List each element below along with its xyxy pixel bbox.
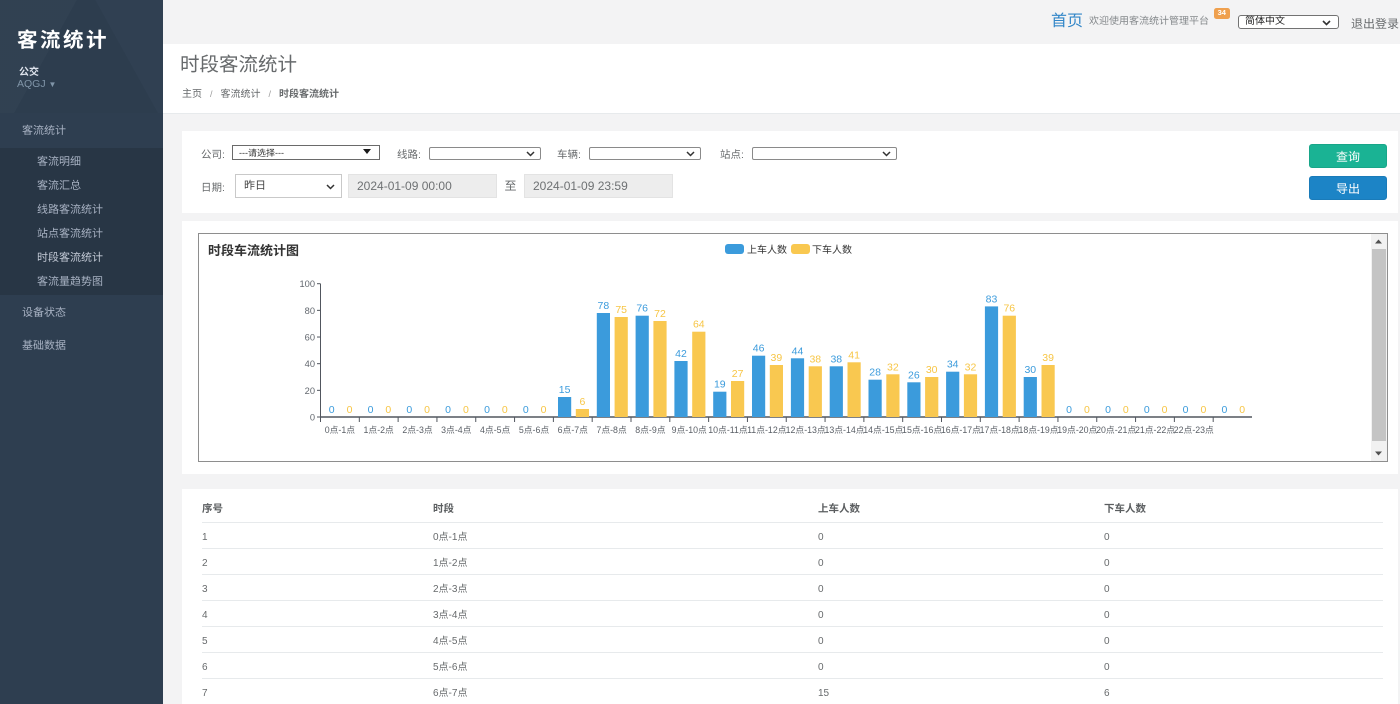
svg-text:15: 15 [558,384,570,396]
svg-text:1点-2点: 1点-2点 [363,425,394,435]
svg-text:0: 0 [445,404,451,416]
svg-text:0: 0 [367,404,373,416]
svg-text:39: 39 [1042,352,1054,364]
svg-text:10点-11点: 10点-11点 [708,425,748,435]
svg-text:6: 6 [579,396,585,408]
svg-text:20点-21点: 20点-21点 [1096,425,1136,435]
svg-text:17点-18点: 17点-18点 [979,425,1019,435]
svg-text:0: 0 [1221,404,1227,416]
svg-text:8点-9点: 8点-9点 [635,425,666,435]
svg-text:0: 0 [1182,404,1188,416]
svg-text:38: 38 [830,353,842,365]
svg-text:78: 78 [597,300,609,312]
svg-text:11点-12点: 11点-12点 [747,425,787,435]
svg-text:76: 76 [1003,303,1015,315]
svg-text:时段车流统计图: 时段车流统计图 [208,243,299,258]
svg-text:0: 0 [484,404,490,416]
svg-text:18点-19点: 18点-19点 [1018,425,1058,435]
svg-text:20: 20 [304,386,314,396]
svg-text:32: 32 [887,361,899,373]
svg-text:19点-20点: 19点-20点 [1057,425,1097,435]
svg-text:0: 0 [501,404,507,416]
svg-text:14点-15点: 14点-15点 [863,425,903,435]
svg-text:16点-17点: 16点-17点 [940,425,980,435]
svg-text:42: 42 [675,348,687,360]
svg-text:22点-23点: 22点-23点 [1173,425,1213,435]
svg-text:0: 0 [406,404,412,416]
svg-text:上车人数: 上车人数 [747,244,787,256]
svg-text:0: 0 [462,404,468,416]
svg-text:0: 0 [1200,404,1206,416]
svg-text:4点-5点: 4点-5点 [480,425,511,435]
svg-text:60: 60 [304,333,314,343]
svg-text:0: 0 [1066,404,1072,416]
svg-text:46: 46 [752,343,764,355]
svg-text:34: 34 [946,359,958,371]
svg-text:0: 0 [424,404,430,416]
svg-text:44: 44 [791,345,803,357]
svg-text:12点-13点: 12点-13点 [785,425,825,435]
svg-text:0: 0 [1083,404,1089,416]
svg-text:0: 0 [1161,404,1167,416]
svg-text:0: 0 [1105,404,1111,416]
svg-text:30: 30 [925,364,937,376]
svg-text:21点-22点: 21点-22点 [1134,425,1174,435]
svg-text:9点-10点: 9点-10点 [671,425,706,435]
svg-text:64: 64 [692,319,704,331]
svg-text:75: 75 [615,304,627,316]
svg-text:83: 83 [985,293,997,305]
svg-text:2点-3点: 2点-3点 [402,425,433,435]
svg-text:0点-1点: 0点-1点 [324,425,355,435]
svg-text:0: 0 [1239,404,1245,416]
svg-text:41: 41 [848,349,860,361]
svg-text:19: 19 [713,379,725,391]
svg-text:100: 100 [299,279,315,289]
svg-text:0: 0 [522,404,528,416]
svg-text:15点-16点: 15点-16点 [902,425,942,435]
svg-text:28: 28 [869,367,881,379]
svg-text:7点-8点: 7点-8点 [596,425,627,435]
svg-text:32: 32 [964,361,976,373]
svg-text:40: 40 [304,359,314,369]
svg-text:80: 80 [304,306,314,316]
svg-text:0: 0 [309,413,314,423]
svg-text:26: 26 [908,369,920,381]
svg-text:下车人数: 下车人数 [812,244,852,256]
svg-text:38: 38 [809,353,821,365]
svg-text:0: 0 [1122,404,1128,416]
svg-text:5点-6点: 5点-6点 [518,425,549,435]
svg-text:30: 30 [1024,364,1036,376]
svg-text:0: 0 [385,404,391,416]
svg-text:27: 27 [731,368,743,380]
svg-text:3点-4点: 3点-4点 [441,425,472,435]
svg-text:72: 72 [654,308,666,320]
svg-text:0: 0 [328,404,334,416]
svg-text:0: 0 [1143,404,1149,416]
svg-text:76: 76 [636,303,648,315]
svg-text:0: 0 [540,404,546,416]
svg-text:13点-14点: 13点-14点 [824,425,864,435]
svg-text:6点-7点: 6点-7点 [557,425,588,435]
svg-text:39: 39 [770,352,782,364]
svg-text:0: 0 [346,404,352,416]
